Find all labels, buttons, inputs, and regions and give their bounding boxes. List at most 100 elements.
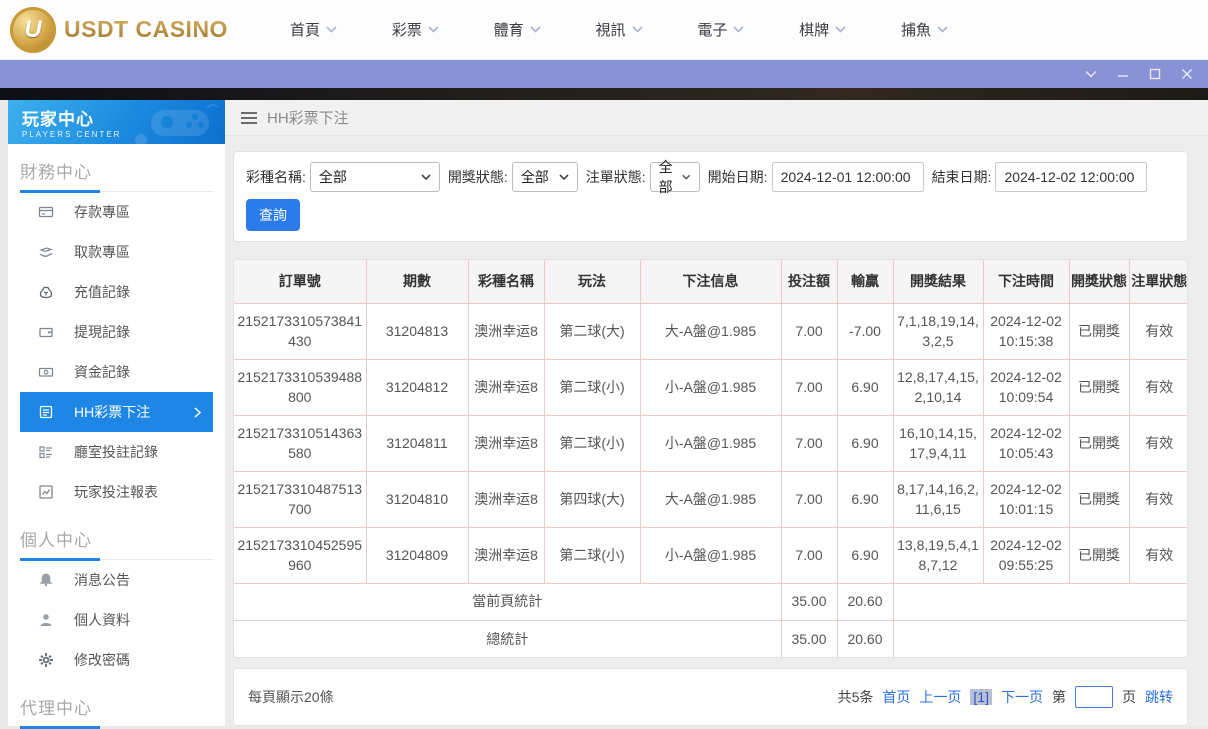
cell-play-type: 第四球(大) [543,470,641,528]
window-titlebar [0,60,1208,88]
summary-label: 當前頁統計 [234,582,782,621]
cell-order-status: 有效 [1128,470,1187,528]
col-bet-time: 下注時間 [982,260,1070,304]
hall-list-icon [38,444,54,460]
cell-bet-amount: 7.00 [780,302,838,360]
nav-item-lottery[interactable]: 彩票 [392,19,439,40]
cell-lottery-name: 澳洲幸运8 [467,358,545,416]
first-page-link[interactable]: 首页 [882,687,910,707]
start-date-input[interactable] [771,162,924,192]
sidebar-item-hall-bet-records[interactable]: 廳室投註記錄 [20,432,213,472]
order-status-select[interactable]: 全部 [649,159,700,195]
sidebar-item-announcements[interactable]: 消息公告 [20,560,213,600]
hamburger-menu-icon[interactable] [241,111,257,124]
jump-suffix: 页 [1122,689,1136,705]
sidebar-item-funds-records[interactable]: 資金記錄 [20,352,213,392]
cell-play-type: 第二球(小) [543,414,641,472]
cell-winloss: 6.90 [836,470,894,528]
top-navigation-bar: U USDT CASINO 首頁 彩票 體育 視訊 電子 棋牌 捕魚 [0,0,1208,60]
nav-item-fishing[interactable]: 捕魚 [901,19,948,40]
nav-label: 視訊 [595,22,626,39]
sidebar-item-label: 存款專區 [74,204,130,220]
cell-order-status: 有效 [1128,526,1187,584]
nav-item-home[interactable]: 首頁 [290,19,337,40]
start-date-label: 開始日期: [707,169,768,185]
chevron-down-icon [421,174,431,180]
sidebar-item-withdrawal-records[interactable]: 提現記錄 [20,312,213,352]
cell-order-no: 2152173310573841430 [234,302,367,360]
nav-item-slots[interactable]: 電子 [697,19,744,40]
cell-draw-result: 16,10,14,15,17,9,4,11 [892,414,984,472]
lottery-name-select[interactable]: 全部 [309,162,440,192]
bets-table: 訂單號 期數 彩種名稱 玩法 下注信息 投注額 輸贏 開獎結果 下注時間 開獎狀… [234,260,1187,657]
col-order-status: 注單狀態 [1128,260,1187,304]
sidebar-item-hh-lottery-bets[interactable]: HH彩票下注 [20,392,213,432]
total-count-text: 共5条 [837,689,874,705]
cell-bet-amount: 7.00 [780,414,838,472]
cell-draw-status: 已開獎 [1068,470,1130,528]
sidebar-item-label: 修改密碼 [74,652,130,668]
chevron-down-icon [530,26,541,33]
close-icon[interactable] [1178,65,1196,83]
sidebar-item-label: 玩家投注報表 [74,484,158,500]
nav-item-video[interactable]: 視訊 [595,19,643,40]
wallet-icon [38,324,54,340]
cell-bet-time: 2024-12-02 10:09:54 [982,358,1070,416]
summary-winloss-total: 20.60 [836,619,894,657]
prev-page-link[interactable]: 上一页 [919,687,961,707]
sidebar-item-profile[interactable]: 個人資料 [20,600,213,640]
draw-status-select[interactable]: 全部 [511,162,578,192]
summary-label: 總統計 [234,619,782,657]
cell-order-no: 2152173310539488800 [234,358,367,416]
brand-logo[interactable]: U USDT CASINO [10,6,260,53]
sidebar-item-change-password[interactable]: 修改密碼 [20,640,213,680]
col-bet-amount: 投注額 [780,260,838,304]
search-button[interactable]: 查詢 [246,199,300,231]
cell-order-status: 有效 [1128,302,1187,360]
col-winloss: 輸贏 [836,260,894,304]
jump-action-link[interactable]: 跳转 [1145,687,1173,707]
sidebar-item-deposit[interactable]: 存款專區 [20,192,213,232]
person-icon [38,612,54,628]
summary-bet-total: 35.00 [780,582,838,621]
brand-name: USDT CASINO [64,16,228,42]
gamepad-icon [135,104,218,144]
section-agent-center: 代理中心 [20,694,213,729]
cell-lottery-name: 澳洲幸运8 [467,414,545,472]
cell-bet-time: 2024-12-02 09:55:25 [982,526,1070,584]
section-title: 個人中心 [20,531,92,550]
minimize-icon[interactable] [1114,65,1132,83]
cell-play-type: 第二球(小) [543,526,641,584]
cell-draw-status: 已開獎 [1068,358,1130,416]
col-draw-status: 開獎狀態 [1068,260,1130,304]
sidebar-item-recharge-records[interactable]: 充值記錄 [20,272,213,312]
page-jump-input[interactable] [1075,686,1113,708]
nav-label: 體育 [493,22,524,39]
chevron-down-icon [326,26,337,33]
cell-draw-result: 13,8,19,5,4,18,7,12 [892,526,984,584]
selected-value: 全部 [658,159,673,195]
sidebar-item-label: 廳室投註記錄 [74,444,158,460]
cell-draw-status: 已開獎 [1068,302,1130,360]
nav-label: 電子 [697,22,728,39]
cell-play-type: 第二球(大) [543,302,641,360]
sidebar-item-withdraw[interactable]: 取款專區 [20,232,213,272]
chevron-down-icon [835,26,846,33]
maximize-icon[interactable] [1146,65,1164,83]
sidebar-item-player-bet-report[interactable]: 玩家投注報表 [20,472,213,512]
sidebar-item-label: 資金記錄 [74,364,130,380]
cell-period: 31204813 [365,302,469,360]
order-status-label: 注單狀態: [585,169,646,185]
end-date-label: 結束日期: [931,169,992,185]
table-row: 2152173310514363580 31204811 澳洲幸运8 第二球(小… [234,414,1187,472]
end-date-input[interactable] [995,162,1148,192]
cell-period: 31204809 [365,526,469,584]
collapse-icon[interactable] [1082,65,1100,83]
grand-total-row: 總統計 35.00 20.60 [234,619,1187,657]
deposit-card-icon [38,204,54,220]
nav-item-boardgames[interactable]: 棋牌 [799,19,846,40]
next-page-link[interactable]: 下一页 [1001,687,1043,707]
filter-panel: 彩種名稱: 全部 開獎狀態: 全部 注單狀態: 全部 開始日期: 2024-12… [233,151,1188,242]
nav-item-sports[interactable]: 體育 [494,19,541,40]
section-underline [20,190,100,193]
